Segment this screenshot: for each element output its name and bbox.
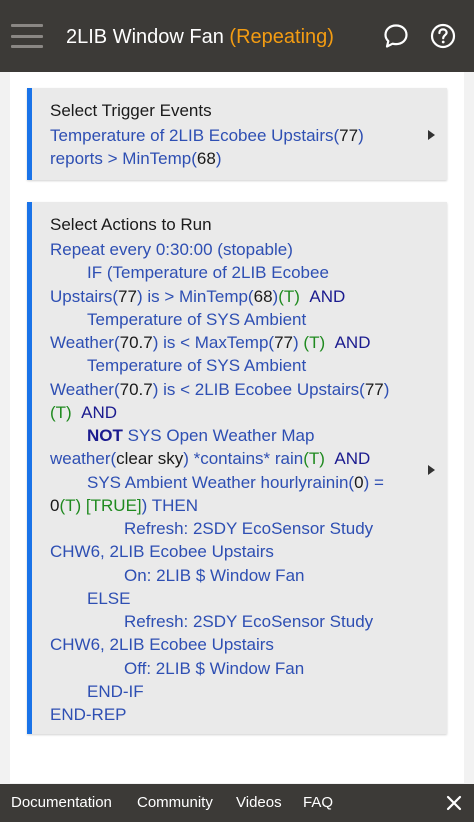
action-line: Weather(70.7) is < 2LIB Ecobee Upstairs(… bbox=[50, 379, 390, 399]
action-line: ELSE bbox=[87, 588, 131, 608]
action-line: Repeat every 0:30:00 (stopable) bbox=[50, 240, 293, 259]
action-line: NOT SYS Open Weather Map bbox=[87, 426, 315, 445]
trigger-events-title: Select Trigger Events bbox=[50, 101, 212, 120]
action-line: Refresh: 2SDY EcoSensor Study bbox=[124, 519, 374, 538]
trigger-events-list: Temperature of 2LIB Ecobee Upstairs(77) … bbox=[50, 124, 364, 171]
actions-title: Select Actions to Run bbox=[50, 215, 212, 234]
expand-arrow-icon[interactable] bbox=[428, 465, 435, 475]
action-line: Temperature of SYS Ambient bbox=[87, 309, 307, 329]
action-line: IF (Temperature of 2LIB Ecobee bbox=[87, 263, 329, 283]
app-title: 2LIB Window Fan (Repeating) bbox=[66, 26, 334, 49]
action-line: Refresh: 2SDY EcoSensor Study bbox=[124, 612, 374, 631]
action-line: END-REP bbox=[50, 705, 127, 724]
trigger-events-panel[interactable]: Select Trigger Events Temperature of 2LI… bbox=[27, 88, 447, 180]
chat-bubble-icon[interactable] bbox=[382, 22, 410, 50]
actions-list: Repeat every 0:30:00 (stopable) IF (Temp… bbox=[50, 238, 389, 726]
expand-arrow-icon[interactable] bbox=[428, 130, 435, 140]
action-line: CHW6, 2LIB Ecobee Upstairs bbox=[50, 635, 274, 655]
action-line: 0(T) [TRUE]) THEN bbox=[50, 495, 199, 515]
actions-panel[interactable]: Select Actions to Run Repeat every 0:30:… bbox=[27, 202, 447, 734]
action-line: Off: 2LIB $ Window Fan bbox=[124, 658, 305, 678]
faq-link[interactable]: FAQ bbox=[303, 794, 333, 811]
help-circle-icon[interactable] bbox=[429, 22, 457, 50]
close-x-icon[interactable] bbox=[446, 795, 462, 811]
action-line: On: 2LIB $ Window Fan bbox=[124, 565, 305, 585]
footer-bar: Documentation Community Videos FAQ bbox=[0, 784, 474, 822]
action-line: (T) AND bbox=[50, 402, 118, 422]
action-line: Temperature of SYS Ambient bbox=[87, 356, 307, 376]
action-line: weather(clear sky) *contains* rain(T) AN… bbox=[50, 449, 371, 469]
app-name: 2LIB Window Fan bbox=[66, 26, 224, 48]
action-line: END-IF bbox=[87, 681, 144, 701]
community-link[interactable]: Community bbox=[137, 794, 213, 811]
action-line: Upstairs(77) is > MinTemp(68)(T) AND bbox=[50, 286, 346, 306]
trigger-line: Temperature of 2LIB Ecobee Upstairs(77) bbox=[50, 126, 364, 145]
action-line: Weather(70.7) is < MaxTemp(77) (T) AND bbox=[50, 333, 371, 352]
documentation-link[interactable]: Documentation bbox=[11, 794, 112, 811]
main-content: Select Trigger Events Temperature of 2LI… bbox=[10, 72, 464, 783]
action-line: SYS Ambient Weather hourlyrainin(0) = bbox=[87, 472, 384, 492]
videos-link[interactable]: Videos bbox=[236, 794, 282, 811]
hamburger-menu-icon[interactable] bbox=[11, 24, 43, 48]
top-app-bar: 2LIB Window Fan (Repeating) bbox=[0, 0, 474, 72]
app-status: (Repeating) bbox=[229, 26, 334, 48]
action-line: CHW6, 2LIB Ecobee Upstairs bbox=[50, 542, 274, 562]
trigger-line: reports > MinTemp(68) bbox=[50, 149, 222, 169]
